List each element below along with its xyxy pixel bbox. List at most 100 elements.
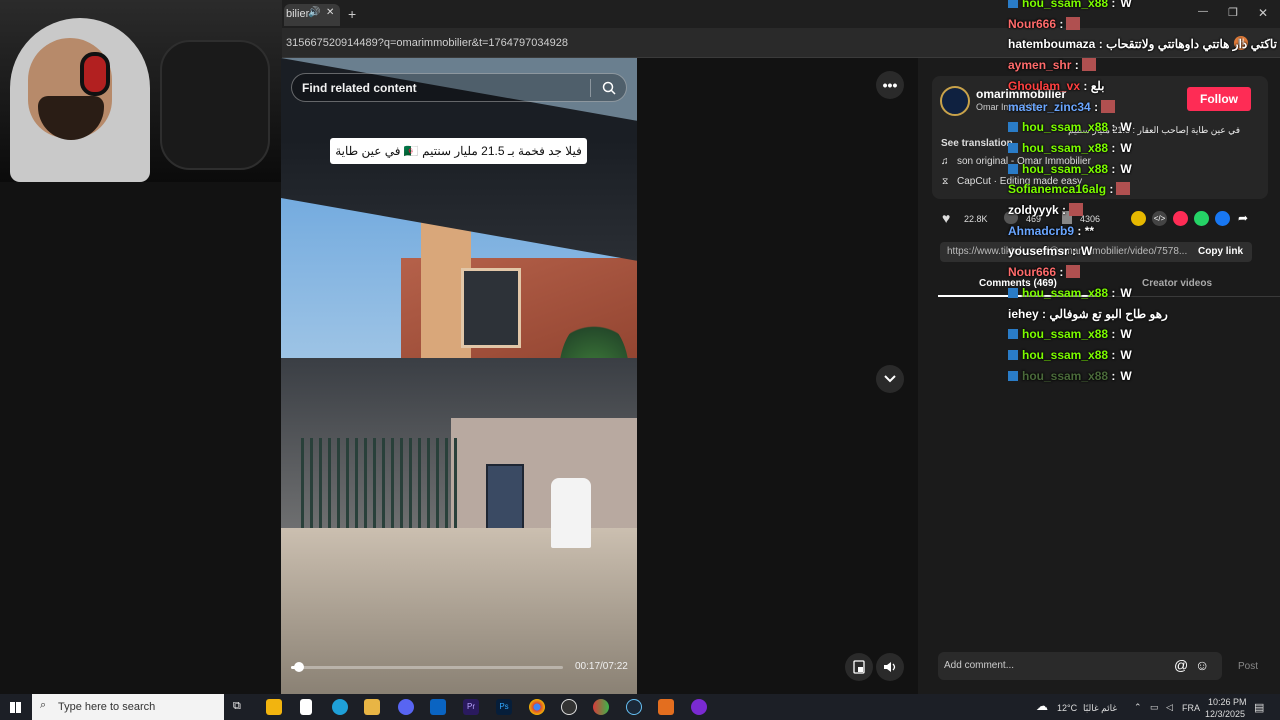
chat-username[interactable]: zoldyyyk xyxy=(1008,203,1062,217)
speaker-icon[interactable]: 🔊 xyxy=(308,7,320,18)
chat-username[interactable]: iehey xyxy=(1008,307,1042,321)
motorcycle-image xyxy=(160,40,270,170)
chat-text: : xyxy=(1111,347,1116,362)
taskbar-search[interactable]: ⌕ Type here to search xyxy=(32,694,224,720)
chat-username[interactable]: aymen_shr xyxy=(1008,58,1075,72)
find-related-search[interactable]: Find related content xyxy=(291,73,627,102)
tab-close-icon[interactable]: ✕ xyxy=(326,7,334,18)
next-video-button[interactable] xyxy=(876,365,904,393)
chat-text: : ** xyxy=(1077,223,1095,238)
follow-button[interactable]: Follow xyxy=(1187,87,1251,111)
like-icon[interactable]: ♥ xyxy=(942,210,950,226)
chat-text: : xyxy=(1111,140,1116,155)
miniplayer-button[interactable] xyxy=(845,653,873,681)
store-icon[interactable] xyxy=(266,699,282,715)
minimize-button[interactable]: — xyxy=(1198,6,1208,17)
browser-tab[interactable]: bilier 🔊 ✕ xyxy=(284,4,340,26)
chat-username[interactable]: hou_ssam_x88 xyxy=(1022,162,1111,176)
chat-username[interactable]: Ahmadcrb9 xyxy=(1008,224,1077,238)
chat-username[interactable]: hou_ssam_x88 xyxy=(1022,369,1111,383)
chat-text: : xyxy=(1111,161,1116,176)
chat-username[interactable]: yousefmsr xyxy=(1008,244,1072,258)
chat-username[interactable]: Sofianemca16alg xyxy=(1008,182,1109,196)
chat-message: hatemboumaza : تاكتي دار هاتتي داوهاتتي … xyxy=(1008,37,1277,51)
chat-username[interactable]: Nour666 xyxy=(1008,265,1059,279)
network-icon[interactable]: ▭ xyxy=(1150,702,1159,713)
file-icon[interactable] xyxy=(300,699,312,715)
start-button[interactable] xyxy=(10,702,21,713)
volume-tray-icon[interactable]: ◁ xyxy=(1166,702,1173,713)
video-chair xyxy=(551,478,591,548)
embed-icon[interactable]: </> xyxy=(1152,211,1167,226)
video-progress-bar[interactable] xyxy=(291,666,563,669)
chat-message: iehey : رهو طاح البو تع شوفالي xyxy=(1008,307,1168,321)
steam-icon[interactable] xyxy=(626,699,642,715)
chat-message: hou_ssam_x88 : W xyxy=(1008,327,1132,341)
clock-date[interactable]: 12/3/2025 xyxy=(1205,709,1245,719)
chat-username[interactable]: hou_ssam_x88 xyxy=(1022,141,1111,155)
emoji-icon[interactable]: ☺ xyxy=(1195,657,1209,673)
app-green-icon[interactable] xyxy=(593,699,609,715)
chat-username[interactable]: hou_ssam_x88 xyxy=(1022,120,1111,134)
chat-username[interactable]: hatemboumaza xyxy=(1008,37,1099,51)
share-arrow-icon[interactable]: ➦ xyxy=(1238,211,1248,225)
photoshop-icon[interactable]: Ps xyxy=(496,699,512,715)
chat-message: Nour666 : xyxy=(1008,265,1081,279)
discord-icon[interactable] xyxy=(398,699,414,715)
chat-emote-icon xyxy=(1081,58,1096,72)
chrome-icon[interactable] xyxy=(529,699,545,715)
chat-badge-icon xyxy=(1008,329,1018,340)
close-window-button[interactable]: ✕ xyxy=(1258,6,1268,20)
video-fence xyxy=(301,438,461,538)
app-purple-icon[interactable] xyxy=(691,699,707,715)
task-view-icon[interactable]: ⧉ xyxy=(233,700,241,713)
url-field[interactable]: 315667520914489?q=omarimmobilier&t=17647… xyxy=(286,37,568,49)
speaker-icon xyxy=(884,662,896,672)
new-tab-button[interactable]: + xyxy=(348,6,356,22)
author-avatar[interactable] xyxy=(940,86,970,116)
more-dots-icon: ••• xyxy=(882,77,898,93)
chat-badge-icon xyxy=(1008,142,1018,153)
progress-handle[interactable] xyxy=(294,662,304,672)
notifications-icon[interactable]: ▤ xyxy=(1254,701,1264,714)
whatsapp-icon[interactable] xyxy=(1194,211,1209,226)
chat-emote-w: W xyxy=(1120,140,1132,155)
chat-username[interactable]: Nour666 xyxy=(1008,17,1059,31)
see-translation-link[interactable]: See translation xyxy=(941,138,1013,149)
obs-icon[interactable] xyxy=(561,699,577,715)
chat-username[interactable]: master_zinc34 xyxy=(1008,100,1094,114)
post-comment-button[interactable]: Post xyxy=(1238,661,1258,672)
restore-button[interactable]: ❐ xyxy=(1228,6,1238,19)
chat-username[interactable]: hou_ssam_x88 xyxy=(1022,286,1111,300)
chat-username[interactable]: hou_ssam_x88 xyxy=(1022,348,1111,362)
chat-message: Ghoulam_vx : بلع xyxy=(1008,79,1104,93)
chevron-down-icon xyxy=(884,375,896,383)
chat-username[interactable]: hou_ssam_x88 xyxy=(1022,327,1111,341)
outlook-icon[interactable] xyxy=(430,699,446,715)
volume-button[interactable] xyxy=(876,653,904,681)
chat-message: hou_ssam_x88 : W xyxy=(1008,162,1132,176)
clock-time[interactable]: 10:26 PM xyxy=(1208,697,1247,707)
search-divider xyxy=(590,79,591,97)
share-coin-icon[interactable] xyxy=(1131,211,1146,226)
chat-username[interactable]: hou_ssam_x88 xyxy=(1022,0,1111,10)
more-options-button[interactable]: ••• xyxy=(876,71,904,99)
copy-link-button[interactable]: Copy link xyxy=(1198,246,1243,257)
folder-icon[interactable] xyxy=(364,699,380,715)
language-indicator[interactable]: FRA xyxy=(1182,703,1200,713)
edge-icon[interactable] xyxy=(332,699,348,715)
premiere-icon[interactable]: Pr xyxy=(463,699,479,715)
tab-creator-videos[interactable]: Creator videos xyxy=(1142,278,1212,289)
weather-icon[interactable]: ☁ xyxy=(1036,699,1048,713)
tray-chevron-icon[interactable]: ⌃ xyxy=(1134,702,1142,713)
search-icon[interactable] xyxy=(602,81,616,95)
chat-text: : بلع xyxy=(1083,78,1105,93)
mention-icon[interactable]: @ xyxy=(1174,657,1188,673)
facebook-icon[interactable] xyxy=(1215,211,1230,226)
chat-text: : xyxy=(1111,368,1116,383)
app-orange-icon[interactable] xyxy=(658,699,674,715)
send-icon[interactable] xyxy=(1173,211,1188,226)
chat-message: Nour666 : xyxy=(1008,16,1081,31)
chat-username[interactable]: Ghoulam_vx xyxy=(1008,79,1083,93)
add-comment-input[interactable]: Add comment... @ ☺ xyxy=(938,652,1222,680)
